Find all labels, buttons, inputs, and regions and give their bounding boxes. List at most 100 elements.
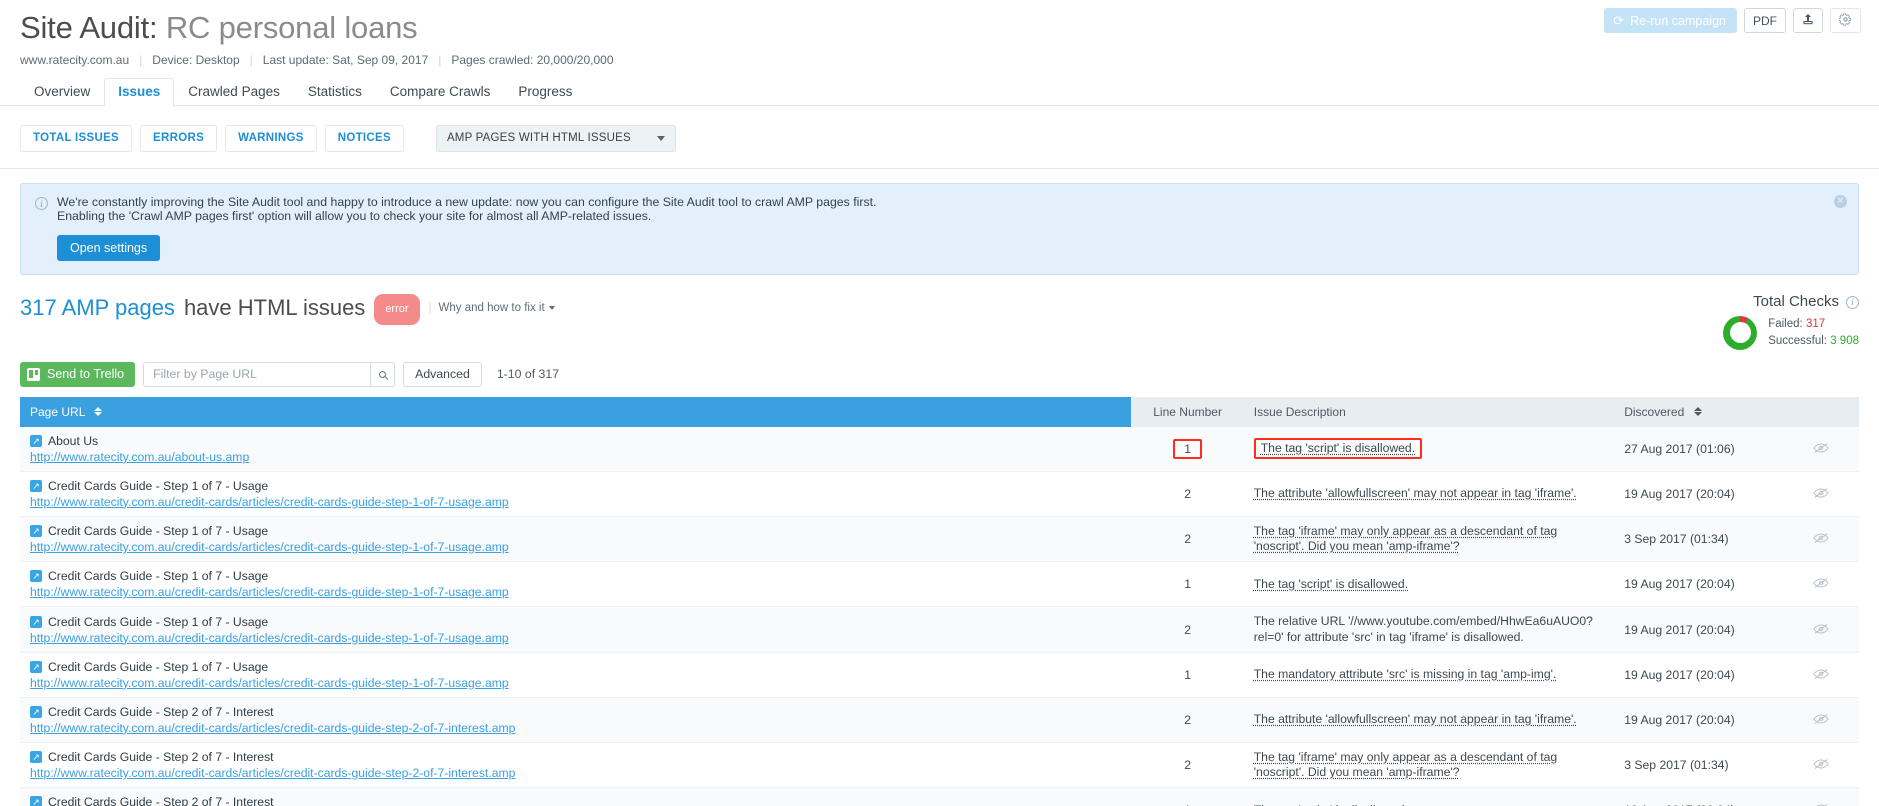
tab-overview[interactable]: Overview xyxy=(20,78,104,106)
filter-errors[interactable]: ERRORS xyxy=(140,125,217,152)
trello-icon xyxy=(27,368,40,381)
checks-successful-label: Successful: xyxy=(1768,335,1827,347)
tab-crawled-pages[interactable]: Crawled Pages xyxy=(174,78,294,106)
pdf-button[interactable]: PDF xyxy=(1744,8,1786,33)
cell-line-number: 2 xyxy=(1131,471,1243,516)
column-discovered[interactable]: Discovered xyxy=(1614,397,1782,427)
issue-description-text[interactable]: The mandatory attribute 'src' is missing… xyxy=(1254,667,1557,681)
tab-issues[interactable]: Issues xyxy=(104,78,174,106)
page-url-link[interactable]: http://www.ratecity.com.au/credit-cards/… xyxy=(30,676,1121,690)
page-title-text: Credit Cards Guide - Step 1 of 7 - Usage xyxy=(48,660,268,674)
checks-failed-row: Failed: 317 xyxy=(1768,316,1859,333)
issue-type-select[interactable]: AMP PAGES WITH HTML ISSUES xyxy=(436,125,676,152)
issues-table-body: About Us http://www.ratecity.com.au/about… xyxy=(20,427,1859,806)
cell-discovered: 19 Aug 2017 (20:04) xyxy=(1614,562,1782,607)
cell-line-number: 1 xyxy=(1131,562,1243,607)
issue-description-text[interactable]: The tag 'script' is disallowed. xyxy=(1254,577,1408,591)
cell-line-number: 2 xyxy=(1131,697,1243,742)
filter-notices[interactable]: NOTICES xyxy=(325,125,404,152)
rerun-campaign-button[interactable]: ⟳ Re-run campaign xyxy=(1604,8,1737,33)
info-icon[interactable]: i xyxy=(1846,296,1859,309)
meta-divider: | xyxy=(438,53,441,67)
filter-total-issues[interactable]: TOTAL ISSUES xyxy=(20,125,132,152)
tab-statistics[interactable]: Statistics xyxy=(294,78,376,106)
eye-slash-icon[interactable] xyxy=(1783,427,1859,472)
external-link-icon[interactable] xyxy=(30,706,42,718)
page-url-link[interactable]: http://www.ratecity.com.au/credit-cards/… xyxy=(30,540,1121,554)
eye-slash-icon[interactable] xyxy=(1783,516,1859,562)
external-link-icon[interactable] xyxy=(30,435,42,447)
cell-discovered: 19 Aug 2017 (20:04) xyxy=(1614,697,1782,742)
eye-slash-icon[interactable] xyxy=(1783,562,1859,607)
page-url-link[interactable]: http://www.ratecity.com.au/credit-cards/… xyxy=(30,766,1121,780)
search-icon xyxy=(379,371,386,378)
info-icon: i xyxy=(35,197,48,210)
issue-description-text[interactable]: The attribute 'allowfullscreen' may not … xyxy=(1254,712,1577,726)
issues-table-head: Page URL Line Number Issue Description D… xyxy=(20,397,1859,427)
issues-count[interactable]: 317 AMP pages xyxy=(20,295,175,321)
issues-table-wrap: Page URL Line Number Issue Description D… xyxy=(0,387,1879,806)
page-title-line: Credit Cards Guide - Step 1 of 7 - Usage xyxy=(30,615,1121,629)
eye-slash-icon[interactable] xyxy=(1783,742,1859,788)
column-discovered-label: Discovered xyxy=(1624,405,1684,419)
eye-slash-icon[interactable] xyxy=(1783,471,1859,516)
issues-headline: 317 AMP pages have HTML issues error | W… xyxy=(20,293,555,324)
table-row: Credit Cards Guide - Step 1 of 7 - Usage… xyxy=(20,607,1859,653)
checks-successful-value: 3 908 xyxy=(1830,335,1859,347)
filter-page-url-input[interactable] xyxy=(143,362,370,387)
settings-button[interactable] xyxy=(1830,8,1861,33)
tab-bar: Overview Issues Crawled Pages Statistics… xyxy=(0,78,1879,106)
divider xyxy=(0,168,1879,169)
issue-description-text[interactable]: The tag 'iframe' may only appear as a de… xyxy=(1254,750,1557,779)
issue-description-text[interactable]: The tag 'script' is disallowed. xyxy=(1261,441,1415,455)
tab-progress[interactable]: Progress xyxy=(504,78,586,106)
cell-issue-description: The mandatory attribute 'src' is missing… xyxy=(1244,652,1614,697)
external-link-icon[interactable] xyxy=(30,570,42,582)
eye-slash-icon[interactable] xyxy=(1783,607,1859,653)
line-number-highlight: 1 xyxy=(1173,439,1202,459)
page-url-link[interactable]: http://www.ratecity.com.au/about-us.amp xyxy=(30,450,1121,464)
why-and-how-to-fix-link[interactable]: | Why and how to fix it xyxy=(429,295,555,321)
page-title-text: Credit Cards Guide - Step 1 of 7 - Usage xyxy=(48,569,268,583)
share-button[interactable] xyxy=(1793,8,1823,33)
open-settings-button[interactable]: Open settings xyxy=(57,235,160,261)
meta-divider: | xyxy=(139,53,142,67)
external-link-icon[interactable] xyxy=(30,525,42,537)
send-to-trello-button[interactable]: Send to Trello xyxy=(20,362,135,387)
page-url-link[interactable]: http://www.ratecity.com.au/credit-cards/… xyxy=(30,721,1121,735)
eye-slash-icon[interactable] xyxy=(1783,697,1859,742)
external-link-icon[interactable] xyxy=(30,751,42,763)
close-icon[interactable]: ✕ xyxy=(1834,195,1847,208)
cell-page-url: Credit Cards Guide - Step 1 of 7 - Usage… xyxy=(20,607,1131,653)
external-link-icon[interactable] xyxy=(30,616,42,628)
total-checks-panel: Total Checks i Failed: 317 Successful: 3… xyxy=(1723,293,1859,350)
eye-slash-icon[interactable] xyxy=(1783,788,1859,806)
cell-page-url: Credit Cards Guide - Step 1 of 7 - Usage… xyxy=(20,516,1131,562)
page-url-link[interactable]: http://www.ratecity.com.au/credit-cards/… xyxy=(30,495,1121,509)
search-button[interactable] xyxy=(370,362,395,387)
headline-divider: | xyxy=(429,295,432,321)
page-title-text: Credit Cards Guide - Step 2 of 7 - Inter… xyxy=(48,795,274,806)
filter-warnings[interactable]: WARNINGS xyxy=(225,125,317,152)
external-link-icon[interactable] xyxy=(30,480,42,492)
external-link-icon[interactable] xyxy=(30,796,42,806)
page-title-line: Credit Cards Guide - Step 2 of 7 - Inter… xyxy=(30,750,1121,764)
cell-issue-description: The attribute 'allowfullscreen' may not … xyxy=(1244,697,1614,742)
notice-line-1: We're constantly improving the Site Audi… xyxy=(57,195,876,209)
meta-pages-crawled: Pages crawled: 20,000/20,000 xyxy=(451,53,613,67)
results-range-text: 1-10 of 317 xyxy=(497,367,559,381)
advanced-filter-button[interactable]: Advanced xyxy=(403,362,482,387)
page-title-line: About Us xyxy=(30,434,1121,448)
issue-description-text[interactable]: The attribute 'allowfullscreen' may not … xyxy=(1254,486,1577,500)
external-link-icon[interactable] xyxy=(30,661,42,673)
eye-slash-icon[interactable] xyxy=(1783,652,1859,697)
chevron-down-icon xyxy=(549,306,555,310)
issue-description-text[interactable]: The tag 'script' is disallowed. xyxy=(1254,803,1408,806)
page-url-link[interactable]: http://www.ratecity.com.au/credit-cards/… xyxy=(30,585,1121,599)
table-row: Credit Cards Guide - Step 1 of 7 - Usage… xyxy=(20,516,1859,562)
page-url-link[interactable]: http://www.ratecity.com.au/credit-cards/… xyxy=(30,631,1121,645)
total-checks-label: Total Checks xyxy=(1753,293,1839,310)
issue-description-text[interactable]: The tag 'iframe' may only appear as a de… xyxy=(1254,524,1557,553)
column-page-url[interactable]: Page URL xyxy=(20,397,1131,427)
tab-compare-crawls[interactable]: Compare Crawls xyxy=(376,78,505,106)
